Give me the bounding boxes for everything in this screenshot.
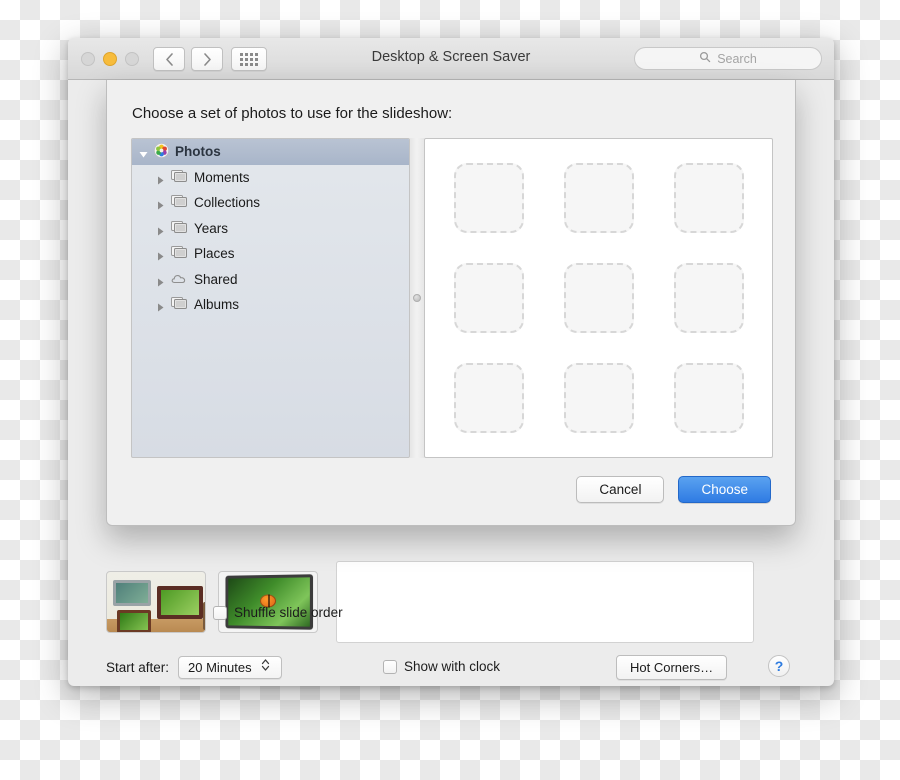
- choose-photos-sheet: Choose a set of photos to use for the sl…: [106, 80, 796, 526]
- frame-thumb: [113, 580, 151, 606]
- help-button[interactable]: ?: [768, 655, 790, 677]
- disclosure-triangle-closed-icon[interactable]: [156, 224, 165, 236]
- tree-item-label: Albums: [194, 297, 240, 313]
- tree-item-label: Photos: [175, 144, 221, 160]
- frame-thumb: [203, 602, 205, 630]
- system-preferences-window: Desktop & Screen Saver Search Shuffle sl…: [68, 38, 834, 686]
- tree-item-label: Collections: [194, 195, 261, 211]
- photo-placeholder[interactable]: [563, 363, 634, 433]
- sheet-action-buttons: Cancel Choose: [576, 476, 771, 503]
- photo-grid-pane[interactable]: [424, 138, 773, 458]
- tree-item-years[interactable]: Years: [132, 216, 409, 242]
- tree-item-label: Moments: [194, 169, 250, 185]
- photo-placeholder[interactable]: [563, 163, 634, 233]
- screenshot-canvas: Desktop & Screen Saver Search Shuffle sl…: [0, 0, 900, 780]
- chevron-updown-icon: [261, 658, 270, 677]
- show-with-clock-label: Show with clock: [404, 659, 501, 674]
- photo-placeholder[interactable]: [453, 163, 524, 233]
- photo-placeholder[interactable]: [673, 163, 744, 233]
- start-after-label: Start after:: [106, 660, 170, 675]
- sheet-title: Choose a set of photos to use for the sl…: [132, 105, 453, 122]
- screensaver-thumbnails: [106, 571, 318, 633]
- disclosure-triangle-closed-icon[interactable]: [156, 198, 165, 210]
- sheet-splitview: Photos Moments Collections Years Places …: [131, 138, 773, 458]
- disclosure-triangle-open-icon[interactable]: [139, 147, 148, 158]
- cancel-button[interactable]: Cancel: [576, 476, 665, 503]
- tree-item-collections[interactable]: Collections: [132, 190, 409, 216]
- split-divider[interactable]: [410, 138, 424, 458]
- photo-stack-icon: [171, 245, 188, 262]
- disclosure-triangle-closed-icon[interactable]: [156, 300, 165, 312]
- classic-frames-preview[interactable]: [106, 571, 206, 633]
- shuffle-label: Shuffle slide order: [234, 605, 343, 620]
- tree-item-photos[interactable]: Photos: [132, 139, 409, 165]
- start-after-value: 20 Minutes: [188, 660, 252, 675]
- photo-placeholder[interactable]: [673, 263, 744, 333]
- search-icon: [699, 50, 711, 68]
- monitor-screen: [225, 574, 314, 630]
- search-input[interactable]: Search: [634, 47, 822, 70]
- tree-item-label: Years: [194, 220, 229, 236]
- tree-item-label: Shared: [194, 271, 238, 287]
- search-placeholder: Search: [717, 51, 757, 66]
- tree-item-shared[interactable]: Shared: [132, 267, 409, 293]
- tree-item-label: Places: [194, 246, 235, 262]
- photo-placeholder[interactable]: [453, 263, 524, 333]
- photo-placeholder[interactable]: [563, 263, 634, 333]
- choose-button[interactable]: Choose: [678, 476, 771, 503]
- photo-grid: [443, 155, 754, 433]
- photos-pinwheel-icon: [154, 142, 169, 161]
- photo-stack-icon: [171, 169, 188, 186]
- shuffle-slide-order-row[interactable]: Shuffle slide order: [213, 605, 343, 620]
- tree-item-moments[interactable]: Moments: [132, 165, 409, 191]
- split-divider-grip[interactable]: [413, 294, 421, 302]
- show-with-clock-checkbox[interactable]: [383, 659, 397, 674]
- bottom-bar: Start after: 20 Minutes Show with clock …: [68, 650, 834, 686]
- shifting-tiles-monitor-preview[interactable]: [218, 571, 318, 633]
- hot-corners-button[interactable]: Hot Corners…: [616, 655, 728, 680]
- start-after-group: Start after: 20 Minutes: [106, 656, 283, 679]
- disclosure-triangle-closed-icon[interactable]: [156, 275, 165, 287]
- shuffle-checkbox[interactable]: [213, 605, 227, 620]
- start-after-popup[interactable]: 20 Minutes: [178, 656, 283, 679]
- frame-thumb: [117, 610, 151, 632]
- frame-thumb: [157, 586, 203, 619]
- show-with-clock-row[interactable]: Show with clock: [383, 659, 500, 674]
- cloud-icon: [171, 271, 188, 288]
- photo-stack-icon: [171, 194, 188, 211]
- tree-item-places[interactable]: Places: [132, 241, 409, 267]
- photos-source-list[interactable]: Photos Moments Collections Years Places …: [131, 138, 410, 458]
- photo-placeholder[interactable]: [453, 363, 524, 433]
- photo-placeholder[interactable]: [673, 363, 744, 433]
- slideshow-options-panel: [336, 561, 754, 643]
- photo-stack-icon: [171, 296, 188, 313]
- disclosure-triangle-closed-icon[interactable]: [156, 173, 165, 185]
- window-titlebar: Desktop & Screen Saver Search: [68, 38, 834, 80]
- photo-stack-icon: [171, 220, 188, 237]
- tree-item-albums[interactable]: Albums: [132, 292, 409, 318]
- disclosure-triangle-closed-icon[interactable]: [156, 249, 165, 261]
